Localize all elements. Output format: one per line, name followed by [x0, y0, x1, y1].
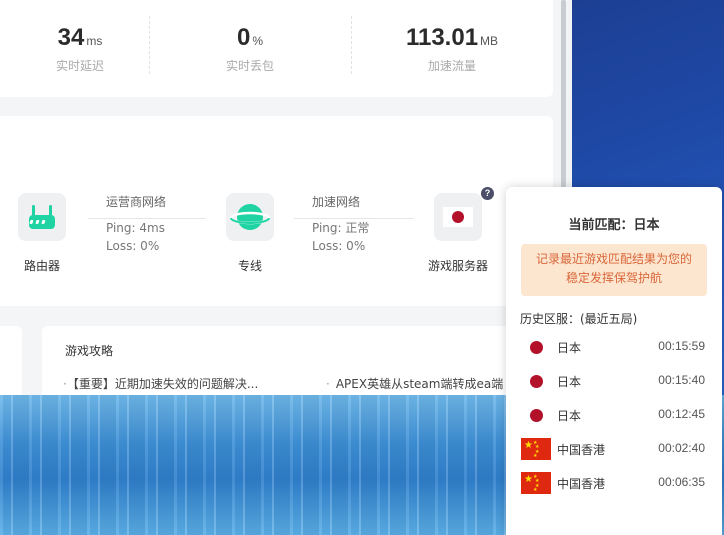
history-region: 中国香港 [557, 477, 606, 491]
guide-item-1[interactable]: · 【重要】近期加速失效的问题解决... [63, 375, 258, 392]
router-icon [29, 205, 55, 229]
stat-traffic: 113.01 MB 加速流量 [362, 0, 542, 94]
isp-loss: Loss: 0% [106, 239, 160, 253]
left-card [0, 326, 22, 395]
latency-value: 34 [57, 24, 85, 51]
history-region: 日本 [557, 409, 582, 423]
history-row: 日本 00:12:45 [506, 401, 722, 429]
history-row: ★ ★ ★ ★ ★ 中国香港 00:06:35 [506, 469, 722, 497]
history-row: 日本 00:15:59 [506, 333, 722, 361]
accelerator-window: 34 ms 实时延迟 0% 实时丢包 113.01 MB 加速流量 路由器 运营… [0, 0, 568, 395]
history-row: 日本 00:15:40 [506, 367, 722, 395]
japan-flag-icon [530, 341, 543, 354]
acc-ping: Ping: 正常 [312, 221, 370, 235]
game-server-node[interactable]: 游戏服务器 [423, 193, 493, 274]
bullet: · [326, 377, 330, 391]
packet-loss-value: 0 [236, 24, 251, 51]
packet-loss-unit: % [252, 34, 264, 48]
notice-banner: 记录最近游戏匹配结果为您的 稳定发挥保驾护航 [521, 244, 707, 296]
acc-loss: Loss: 0% [312, 239, 366, 253]
guide-item-text: APEX英雄从steam端转成ea端 [335, 377, 504, 391]
history-time: 00:15:59 [658, 339, 705, 353]
server-icon-box [434, 193, 482, 241]
history-time: 00:12:45 [658, 407, 705, 421]
acc-network-link: 加速网络 Ping: 正常 Loss: 0% [294, 193, 414, 255]
stats-card: 34 ms 实时延迟 0% 实时丢包 113.01 MB 加速流量 [0, 0, 553, 97]
dedicated-line-node[interactable]: 专线 [215, 193, 285, 274]
packet-loss-label: 实时丢包 [225, 59, 274, 73]
china-flag-icon: ★ ★ ★ ★ ★ [521, 438, 551, 460]
notice-line-2: 稳定发挥保驾护航 [565, 271, 662, 285]
line-icon-box [226, 193, 274, 241]
stat-divider [149, 16, 150, 74]
isp-ping: Ping: 4ms [106, 221, 165, 235]
line-label: 专线 [237, 259, 262, 273]
help-icon[interactable]: ? [481, 187, 494, 200]
router-node[interactable]: 路由器 [7, 193, 77, 274]
history-title: 历史区服：(最近五局) [520, 312, 638, 326]
japan-flag-icon [443, 207, 473, 227]
network-path-card: 路由器 运营商网络 Ping: 4ms Loss: 0% 专线 加速网络 Pin… [0, 116, 553, 306]
china-flag-icon: ★ ★ ★ ★ ★ [521, 472, 551, 494]
stat-divider [351, 16, 352, 74]
latency-label: 实时延迟 [55, 59, 104, 73]
traffic-label: 加速流量 [427, 59, 476, 73]
acc-network-title: 加速网络 [312, 195, 361, 209]
notice-line-1: 记录最近游戏匹配结果为您的 [535, 252, 692, 266]
current-match-title: 当前匹配：日本 [568, 218, 660, 233]
history-time: 00:15:40 [658, 373, 705, 387]
isp-network-link: 运营商网络 Ping: 4ms Loss: 0% [88, 193, 206, 255]
guide-title: 游戏攻略 [65, 344, 114, 358]
history-row: ★ ★ ★ ★ ★ 中国香港 00:02:40 [506, 435, 722, 463]
bullet: · [63, 377, 67, 391]
history-region: 中国香港 [557, 443, 606, 457]
japan-flag-icon [530, 409, 543, 422]
router-icon-box [18, 193, 66, 241]
stat-latency: 34 ms 实时延迟 [0, 0, 170, 94]
history-time: 00:02:40 [658, 441, 705, 455]
router-label: 路由器 [23, 259, 60, 273]
guide-item-text: 【重要】近期加速失效的问题解决... [72, 377, 259, 391]
planet-icon [230, 204, 270, 230]
traffic-value: 113.01 [405, 24, 479, 51]
latency-unit: ms [86, 34, 103, 48]
server-history-popup: 当前匹配：日本 记录最近游戏匹配结果为您的 稳定发挥保驾护航 历史区服：(最近五… [506, 187, 722, 535]
japan-flag-icon [530, 375, 543, 388]
guide-item-2[interactable]: · APEX英雄从steam端转成ea端 [326, 375, 503, 392]
stat-packet-loss: 0% 实时丢包 [160, 0, 340, 94]
traffic-unit: MB [480, 34, 499, 48]
server-label: 游戏服务器 [427, 259, 488, 273]
history-time: 00:06:35 [658, 475, 705, 489]
history-region: 日本 [557, 341, 582, 355]
game-guide-card: 游戏攻略 · 【重要】近期加速失效的问题解决... · APEX英雄从steam端转… [42, 326, 562, 395]
isp-network-title: 运营商网络 [106, 195, 167, 209]
history-region: 日本 [557, 375, 582, 389]
